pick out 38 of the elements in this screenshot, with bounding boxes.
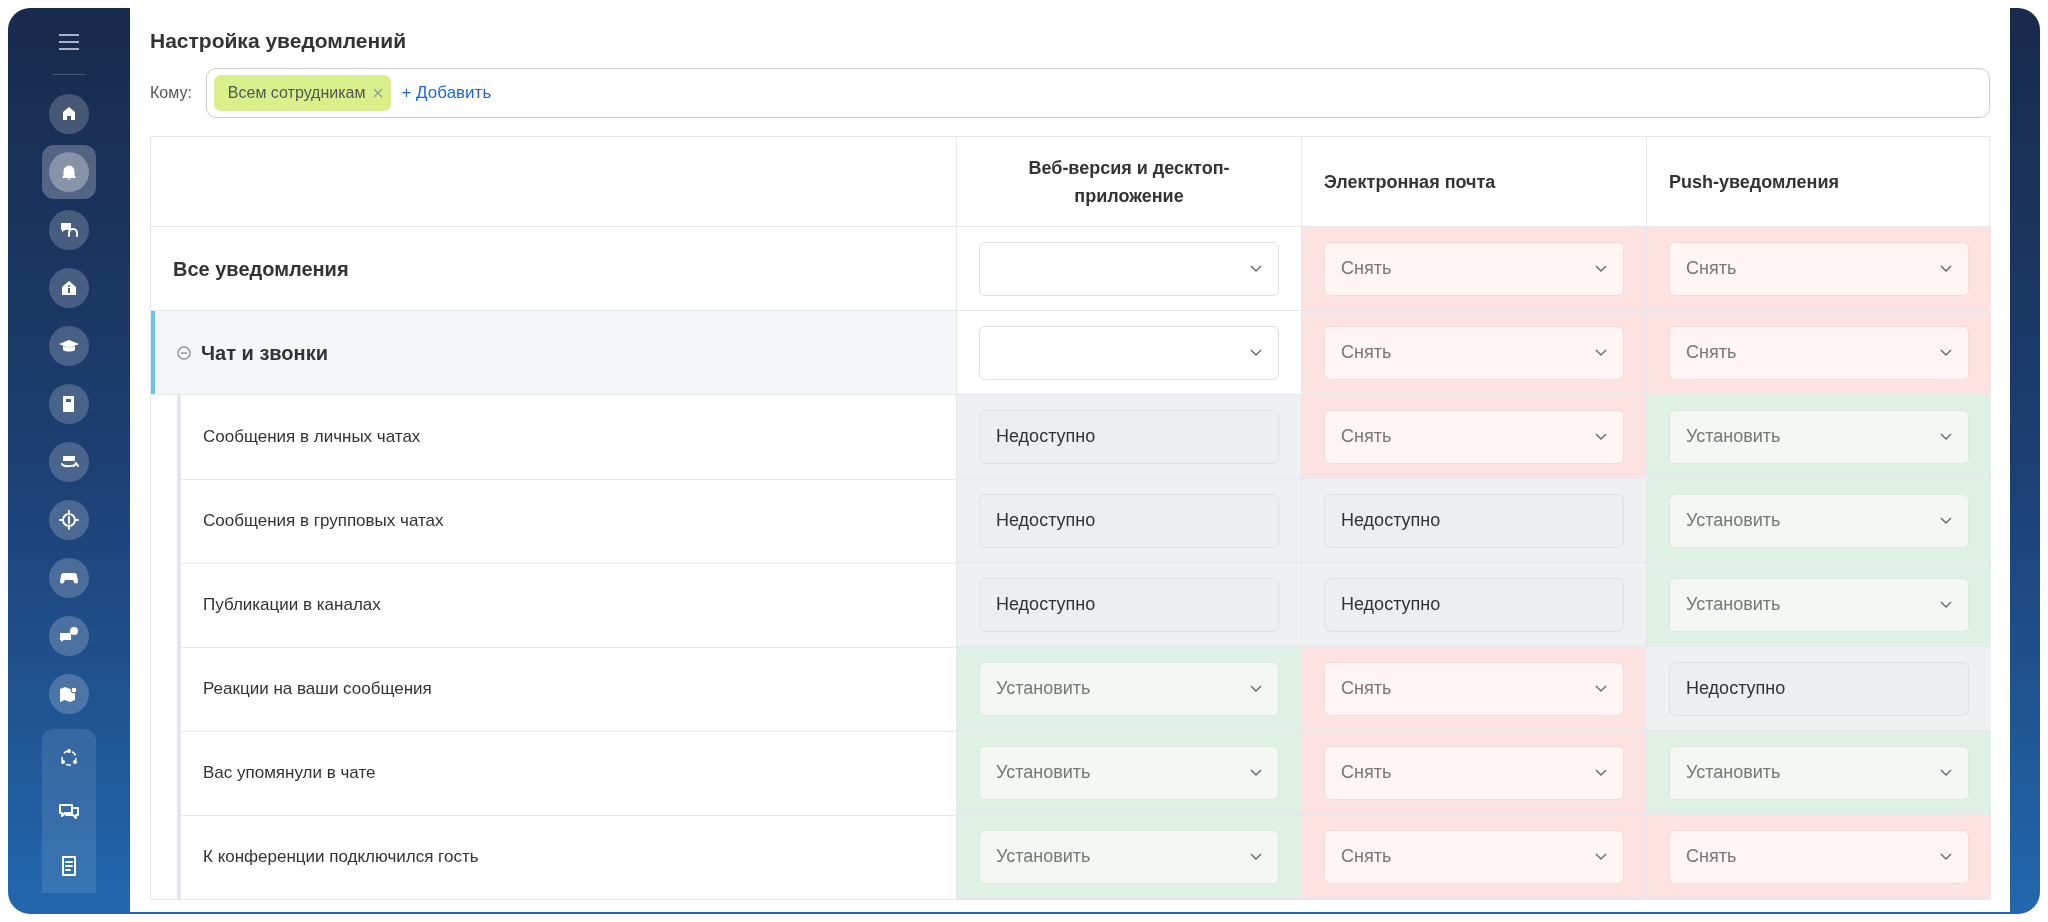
row-label: Сообщения в личных чатах (203, 426, 421, 449)
select-field[interactable]: Снять (1324, 661, 1624, 716)
select-field[interactable]: Установить (979, 661, 1279, 716)
select-field[interactable]: Снять (1324, 829, 1624, 884)
row-label: К конференции подключился гость (203, 846, 479, 869)
row-label: Публикации в каналах (203, 594, 381, 617)
unavailable-field: Недоступно (979, 493, 1279, 548)
add-link[interactable]: + Добавить (401, 80, 492, 106)
page-title: Настройка уведомлений (150, 28, 408, 54)
select-field[interactable]: Установить (1669, 745, 1969, 800)
row-label: Все уведомления (173, 256, 349, 282)
select-field[interactable]: Установить (979, 745, 1279, 800)
recipient-label: Кому: (150, 83, 192, 103)
select-field[interactable]: Снять (1324, 241, 1624, 296)
select-field[interactable]: Установить (1669, 493, 1969, 548)
select-field[interactable]: Снять (1324, 325, 1624, 380)
unavailable-field: Недоступно (979, 409, 1279, 464)
select-field[interactable]: Установить (1669, 577, 1969, 632)
select-field[interactable]: Снять (1669, 829, 1969, 884)
unavailable-field: Недоступно (1324, 577, 1624, 632)
select-field[interactable]: Снять (1669, 325, 1969, 380)
row-label: Чат и звонки (201, 340, 328, 366)
chip-label: Всем сотрудникам (227, 83, 366, 103)
recipient-field[interactable]: Всем сотрудникам + Добавить (205, 68, 1990, 118)
row-label: Реакции на ваши сообщения (203, 678, 432, 701)
select-field[interactable]: Снять (1324, 409, 1624, 464)
unavailable-field: Недоступно (979, 577, 1279, 632)
unavailable-field: Недоступно (1669, 661, 1969, 716)
select-field[interactable]: Установить (1669, 409, 1969, 464)
column-header: Электронная почта (1324, 170, 1496, 194)
select-field[interactable]: Установить (979, 829, 1279, 884)
unavailable-field: Недоступно (1324, 493, 1624, 548)
column-header: Push-уведомления (1669, 170, 1839, 194)
select-field[interactable]: Снять (1669, 241, 1969, 296)
select-field[interactable]: Снять (1324, 745, 1624, 800)
row-label: Вас упомянули в чате (203, 762, 376, 785)
column-header: Веб-версия и десктоп-приложение (1027, 156, 1231, 208)
row-label: Сообщения в групповых чатах (203, 510, 444, 533)
